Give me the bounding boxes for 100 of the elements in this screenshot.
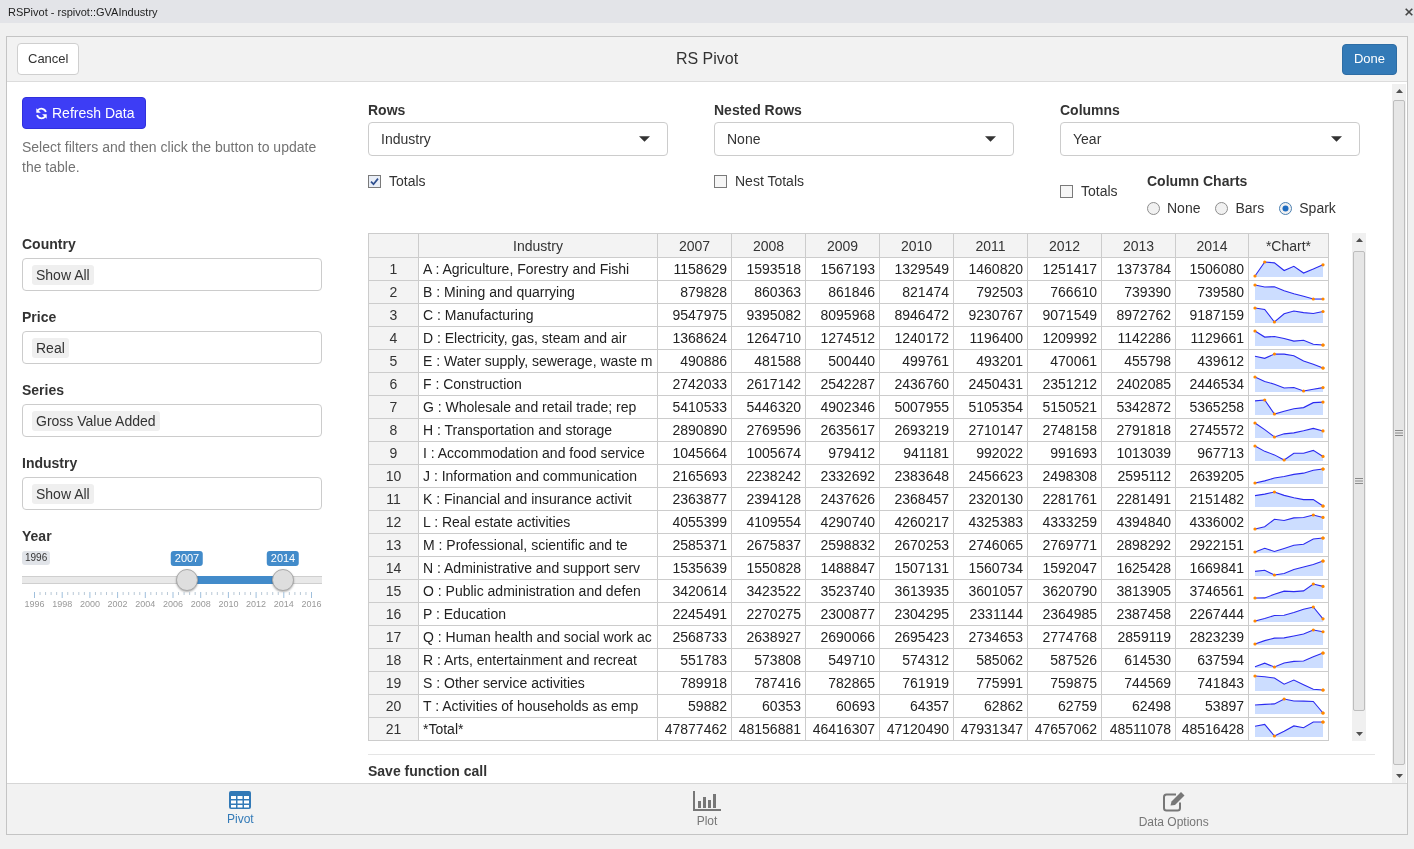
- scroll-down-arrow-icon[interactable]: [1395, 774, 1403, 778]
- slider-grid-label: 2010: [218, 599, 239, 610]
- table-cell: 9071549: [1027, 303, 1102, 327]
- column-header[interactable]: 2012: [1027, 233, 1102, 258]
- filter-label: Industry: [22, 454, 79, 473]
- table-cell: 4902346: [805, 395, 880, 419]
- table-cell: 585062: [953, 648, 1028, 672]
- table-cell: 967713: [1175, 441, 1249, 465]
- table-cell: 470061: [1027, 349, 1102, 373]
- table-cell: 2331144: [953, 602, 1028, 626]
- column-header[interactable]: 2009: [805, 233, 880, 258]
- radio-button[interactable]: [1279, 201, 1293, 215]
- table-cell: 1460820: [953, 257, 1028, 281]
- table-cell: L : Real estate activities: [418, 510, 658, 534]
- refresh-icon: [35, 106, 48, 120]
- row-number: 11: [368, 487, 419, 511]
- filter-label: Year: [22, 527, 53, 546]
- scroll-down-arrow-icon[interactable]: [1355, 732, 1363, 736]
- close-icon[interactable]: [1405, 7, 1413, 16]
- slider-thumb[interactable]: [272, 569, 294, 591]
- cancel-button[interactable]: Cancel: [17, 43, 80, 75]
- slider-min-label: 1996: [22, 551, 51, 565]
- row-number: 8: [368, 418, 419, 442]
- scrollbar-thumb[interactable]: [1353, 251, 1365, 711]
- slider-grid-label: 1996: [24, 599, 45, 610]
- filter-field[interactable]: Gross Value Added: [22, 404, 322, 437]
- table-cell: 4394840: [1101, 510, 1176, 534]
- bottom-tab[interactable]: Pivot: [227, 784, 254, 834]
- table-cell: 48516428: [1175, 717, 1249, 741]
- scrollbar[interactable]: [1392, 84, 1406, 783]
- table-cell: H : Transportation and storage: [418, 418, 658, 442]
- selected-value-chip[interactable]: Show All: [32, 264, 94, 285]
- dropdown[interactable]: None: [714, 122, 1014, 156]
- checkbox[interactable]: [368, 174, 381, 188]
- row-number: 3: [368, 303, 419, 327]
- checkbox[interactable]: [1060, 184, 1073, 198]
- table-cell: 1005674: [731, 441, 806, 465]
- table-cell: 2238242: [731, 464, 806, 488]
- table-cell: 741843: [1175, 671, 1249, 695]
- dropdown[interactable]: Year: [1060, 122, 1360, 156]
- table-cell: 1506080: [1175, 257, 1249, 281]
- slider-thumb[interactable]: [176, 569, 198, 591]
- table-cell: 5410533: [657, 395, 732, 419]
- table-cell: 739580: [1175, 280, 1249, 304]
- selected-value-chip[interactable]: Show All: [32, 483, 94, 504]
- table-cell: 637594: [1175, 648, 1249, 672]
- row-number: 18: [368, 648, 419, 672]
- table-cell: 5150521: [1027, 395, 1102, 419]
- table-cell: 991693: [1027, 441, 1102, 465]
- table-cell: 48511078: [1101, 717, 1176, 741]
- filter-field[interactable]: Show All: [22, 258, 322, 291]
- table-cell: 2769771: [1027, 533, 1102, 557]
- table-cell: 2585371: [657, 533, 732, 557]
- done-button[interactable]: Done: [1341, 43, 1397, 75]
- filter-field[interactable]: Show All: [22, 477, 322, 510]
- bottom-tab[interactable]: Data Options: [1138, 784, 1209, 834]
- column-header[interactable]: 2011: [953, 233, 1028, 258]
- table-cell: M : Professional, scientific and te: [418, 533, 658, 557]
- selected-value-chip[interactable]: Gross Value Added: [32, 410, 160, 431]
- table-cell: 9187159: [1175, 303, 1249, 327]
- filter-label: Price: [22, 308, 58, 327]
- scrollbar[interactable]: [1352, 233, 1366, 741]
- table-cell: E : Water supply, sewerage, waste m: [418, 349, 658, 373]
- row-number: 9: [368, 441, 419, 465]
- row-number: 12: [368, 510, 419, 534]
- table-cell: 2617142: [731, 372, 806, 396]
- column-header[interactable]: 2008: [731, 233, 806, 258]
- table-cell: 9547975: [657, 303, 732, 327]
- table-cell: 4333259: [1027, 510, 1102, 534]
- dropdown[interactable]: Industry: [368, 122, 668, 156]
- table-cell: 48156881: [731, 717, 806, 741]
- radio-button[interactable]: [1215, 201, 1229, 215]
- column-header[interactable]: *Chart*: [1248, 233, 1329, 258]
- column-header[interactable]: 2007: [657, 233, 732, 258]
- table-cell: T : Activities of households as emp: [418, 694, 658, 718]
- selected-value-chip[interactable]: Real: [32, 337, 69, 358]
- checkbox[interactable]: [714, 174, 727, 188]
- scroll-up-arrow-icon[interactable]: [1355, 238, 1363, 242]
- checkbox-label: Totals: [1081, 182, 1118, 201]
- slider-grid-label: 2000: [79, 599, 100, 610]
- column-header[interactable]: 2010: [879, 233, 954, 258]
- table-cell: 573808: [731, 648, 806, 672]
- table-cell: 2742033: [657, 372, 732, 396]
- table-cell: 8972762: [1101, 303, 1176, 327]
- refresh-button[interactable]: Refresh Data: [22, 97, 147, 129]
- table-cell: 1550828: [731, 556, 806, 580]
- column-header[interactable]: 2013: [1101, 233, 1176, 258]
- table-cell: 2598832: [805, 533, 880, 557]
- table-cell: 761919: [879, 671, 954, 695]
- caret-down-icon: [1331, 136, 1342, 142]
- bottom-tab[interactable]: Plot: [693, 784, 721, 834]
- scroll-up-arrow-icon[interactable]: [1395, 89, 1403, 93]
- slider-value-label: 2014: [266, 551, 300, 566]
- caret-down-icon: [985, 136, 996, 142]
- scrollbar-thumb[interactable]: [1393, 100, 1405, 765]
- radio-button[interactable]: [1147, 201, 1160, 215]
- table-cell: 792503: [953, 280, 1028, 304]
- column-header[interactable]: 2014: [1175, 233, 1249, 258]
- column-header[interactable]: Industry: [418, 233, 658, 258]
- filter-field[interactable]: Real: [22, 331, 322, 364]
